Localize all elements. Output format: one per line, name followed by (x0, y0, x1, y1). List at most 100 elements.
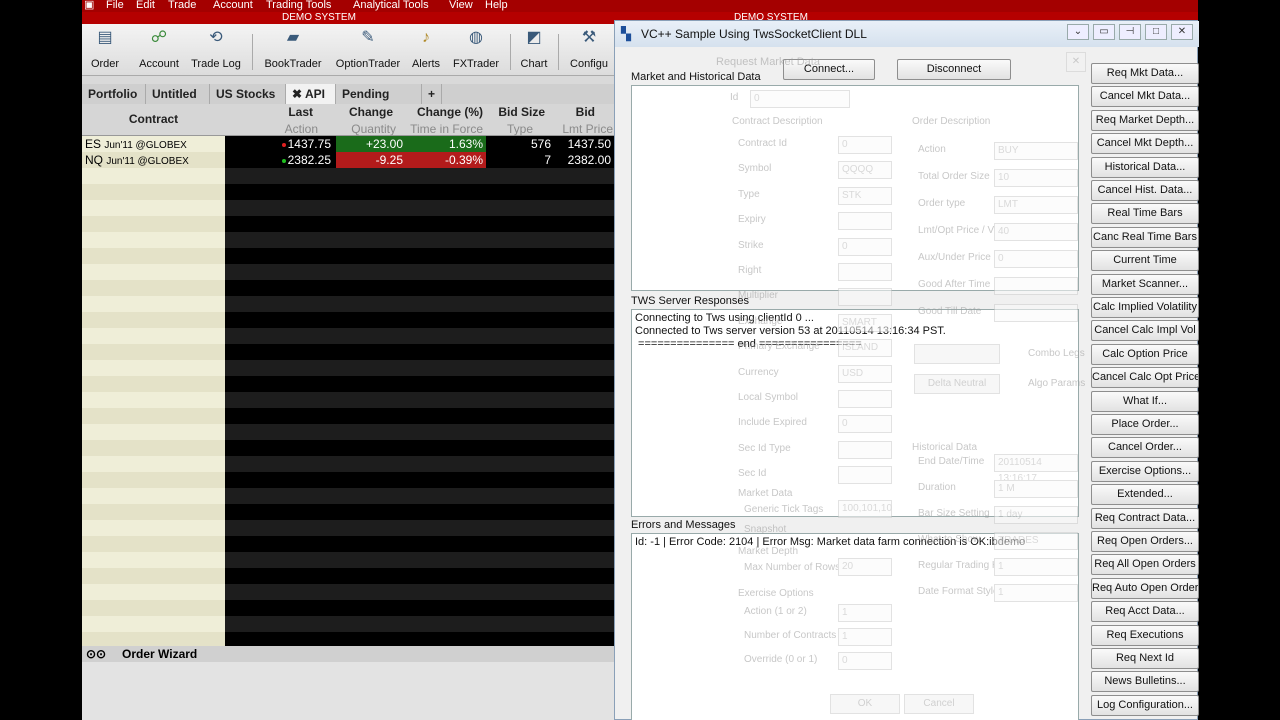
ghost-blank-button[interactable] (914, 344, 1000, 364)
command-button[interactable]: Extended... (1091, 484, 1199, 506)
menu-trading-tools[interactable]: Trading Tools (266, 0, 331, 11)
ok-button[interactable]: OK (830, 694, 900, 714)
contract-field-input[interactable]: ISLAND (838, 339, 892, 358)
command-button[interactable]: Req Open Orders... (1091, 531, 1199, 552)
order-field-input[interactable]: 0 (994, 250, 1078, 268)
column-change[interactable]: Change (313, 105, 393, 119)
cancel-button[interactable]: Cancel (904, 694, 974, 714)
contract-field-input[interactable]: USD (838, 364, 892, 383)
historical-field-input[interactable]: 1 (994, 558, 1078, 576)
command-button[interactable]: Cancel Mkt Depth... (1091, 133, 1199, 155)
command-button[interactable]: Calc Implied Volatility (1091, 297, 1199, 318)
order-field-input[interactable]: 40 (994, 223, 1078, 241)
restore-icon[interactable]: ▭ (1093, 24, 1115, 40)
command-button[interactable]: Cancel Order... (1091, 437, 1199, 459)
toolbar-fxtrader-button[interactable]: ◍ FXTrader (450, 28, 502, 74)
contract-field-input[interactable] (838, 390, 892, 408)
historical-field-input[interactable]: 1 day (994, 506, 1078, 524)
exercise-field-input[interactable]: 0 (838, 652, 892, 670)
ghost-close-icon[interactable]: ✕ (1066, 52, 1086, 72)
contract-field-input[interactable]: 0 (838, 136, 892, 154)
combo-legs-button[interactable]: Combo Legs (1028, 348, 1085, 359)
command-button[interactable]: Canc Real Time Bars (1091, 226, 1199, 248)
toolbar-order-button[interactable]: ▤ Order (88, 28, 122, 74)
app-icon[interactable]: ▣ (84, 0, 94, 11)
command-button[interactable]: What If... (1091, 390, 1199, 412)
delta-neutral-button[interactable]: Delta Neutral (914, 374, 1000, 394)
menu-file[interactable]: File (106, 0, 124, 11)
command-button[interactable]: Cancel Hist. Data... (1091, 180, 1199, 201)
pin-icon[interactable]: ⊣ (1119, 24, 1141, 40)
table-row[interactable]: NQ Jun'11 @GLOBEX 2382.25 -9.25 -0.39% 7… (82, 152, 614, 168)
max-rows-field[interactable]: 20 (838, 558, 892, 576)
column-contract[interactable]: Contract (82, 112, 225, 126)
command-button[interactable]: Req Market Depth... (1091, 109, 1199, 131)
tab-us-stocks[interactable]: US Stocks (210, 84, 286, 104)
toolbar-tradelog-button[interactable]: ⟲ Trade Log (188, 28, 244, 74)
exercise-field-input[interactable]: 1 (838, 628, 892, 646)
command-button[interactable]: Req Auto Open Orders (1091, 577, 1199, 599)
menu-account[interactable]: Account (213, 0, 253, 11)
historical-field-input[interactable]: 20110514 13:16:17 (994, 454, 1078, 484)
toolbar-configure-button[interactable]: ⚒ Configu (566, 28, 612, 74)
column-bid-size[interactable]: Bid Size (483, 105, 545, 119)
command-button[interactable]: Real Time Bars (1091, 203, 1199, 225)
ghost-id-field[interactable]: 0 (750, 90, 850, 108)
command-button[interactable]: Req All Open Orders (1091, 554, 1199, 576)
command-button[interactable]: Req Executions (1091, 624, 1199, 646)
tab-untitled[interactable]: Untitled (146, 84, 210, 104)
command-button[interactable]: Cancel Mkt Data... (1091, 86, 1199, 108)
snapshot-checkbox[interactable]: Snapshot (744, 524, 786, 535)
table-row[interactable]: ES Jun'11 @GLOBEX 1437.75 +23.00 1.63% 5… (82, 136, 614, 152)
exercise-field-input[interactable]: 1 (838, 604, 892, 622)
toolbar-optiontrader-button[interactable]: ✎ OptionTrader (332, 28, 404, 74)
expand-icon[interactable]: ⊙⊙ (86, 646, 106, 662)
command-button[interactable]: Req Contract Data... (1091, 507, 1199, 529)
menu-trade[interactable]: Trade (168, 0, 196, 11)
command-button[interactable]: Historical Data... (1091, 156, 1199, 178)
command-button[interactable]: Log Configuration... (1091, 694, 1199, 716)
toolbar-booktrader-button[interactable]: ▰ BookTrader (260, 28, 326, 74)
contract-field-input[interactable] (838, 212, 892, 231)
toolbar-account-button[interactable]: ☍ Account (136, 28, 182, 74)
command-button[interactable]: Req Next Id (1091, 648, 1199, 669)
menu-view[interactable]: View (449, 0, 473, 11)
historical-field-input[interactable]: 1 (994, 584, 1078, 602)
algo-params-button[interactable]: Algo Params (1028, 378, 1085, 389)
order-field-input[interactable]: 10 (994, 169, 1078, 187)
contract-field-input[interactable]: 0 (838, 415, 892, 434)
order-field-input[interactable] (994, 304, 1078, 322)
column-last[interactable]: Last (225, 105, 313, 119)
contract-field-input[interactable] (838, 466, 892, 485)
add-tab-button[interactable]: + (422, 84, 442, 104)
order-field-input[interactable]: BUY (994, 142, 1078, 160)
toolbar-chart-button[interactable]: ◩ Chart (516, 28, 552, 74)
maximize-icon[interactable]: □ (1145, 24, 1167, 40)
command-button[interactable]: Calc Option Price (1091, 343, 1199, 365)
historical-field-input[interactable]: TRADES (994, 532, 1078, 550)
close-icon[interactable]: ✕ (1171, 24, 1193, 40)
contract-field-input[interactable] (838, 263, 892, 281)
command-button[interactable]: Cancel Calc Opt Price (1091, 367, 1199, 389)
order-field-input[interactable]: LMT (994, 196, 1078, 214)
historical-field-input[interactable]: 1 M (994, 480, 1078, 498)
tab-api[interactable]: ✖ API (286, 84, 336, 104)
scroll-down-icon[interactable]: ⌄ (1067, 24, 1089, 40)
contract-field-input[interactable]: STK (838, 186, 892, 205)
toolbar-alerts-button[interactable]: ♪ Alerts (408, 28, 444, 74)
tab-portfolio[interactable]: Portfolio (82, 84, 146, 104)
command-button[interactable]: Current Time (1091, 250, 1199, 272)
column-bid[interactable]: Bid (545, 105, 595, 119)
command-button[interactable]: Market Scanner... (1091, 273, 1199, 295)
command-button[interactable]: Req Mkt Data... (1091, 63, 1199, 84)
menu-help[interactable]: Help (485, 0, 508, 11)
command-button[interactable]: Req Acct Data... (1091, 601, 1199, 623)
tab-pending[interactable]: Pending (All) (336, 84, 422, 121)
column-change-pct[interactable]: Change (%) (393, 105, 483, 119)
contract-field-input[interactable]: SMART (838, 313, 892, 332)
command-button[interactable]: Place Order... (1091, 414, 1199, 435)
contract-field-input[interactable] (838, 440, 892, 459)
command-button[interactable]: News Bulletins... (1091, 671, 1199, 693)
command-button[interactable]: Exercise Options... (1091, 460, 1199, 482)
contract-field-input[interactable] (838, 288, 892, 307)
